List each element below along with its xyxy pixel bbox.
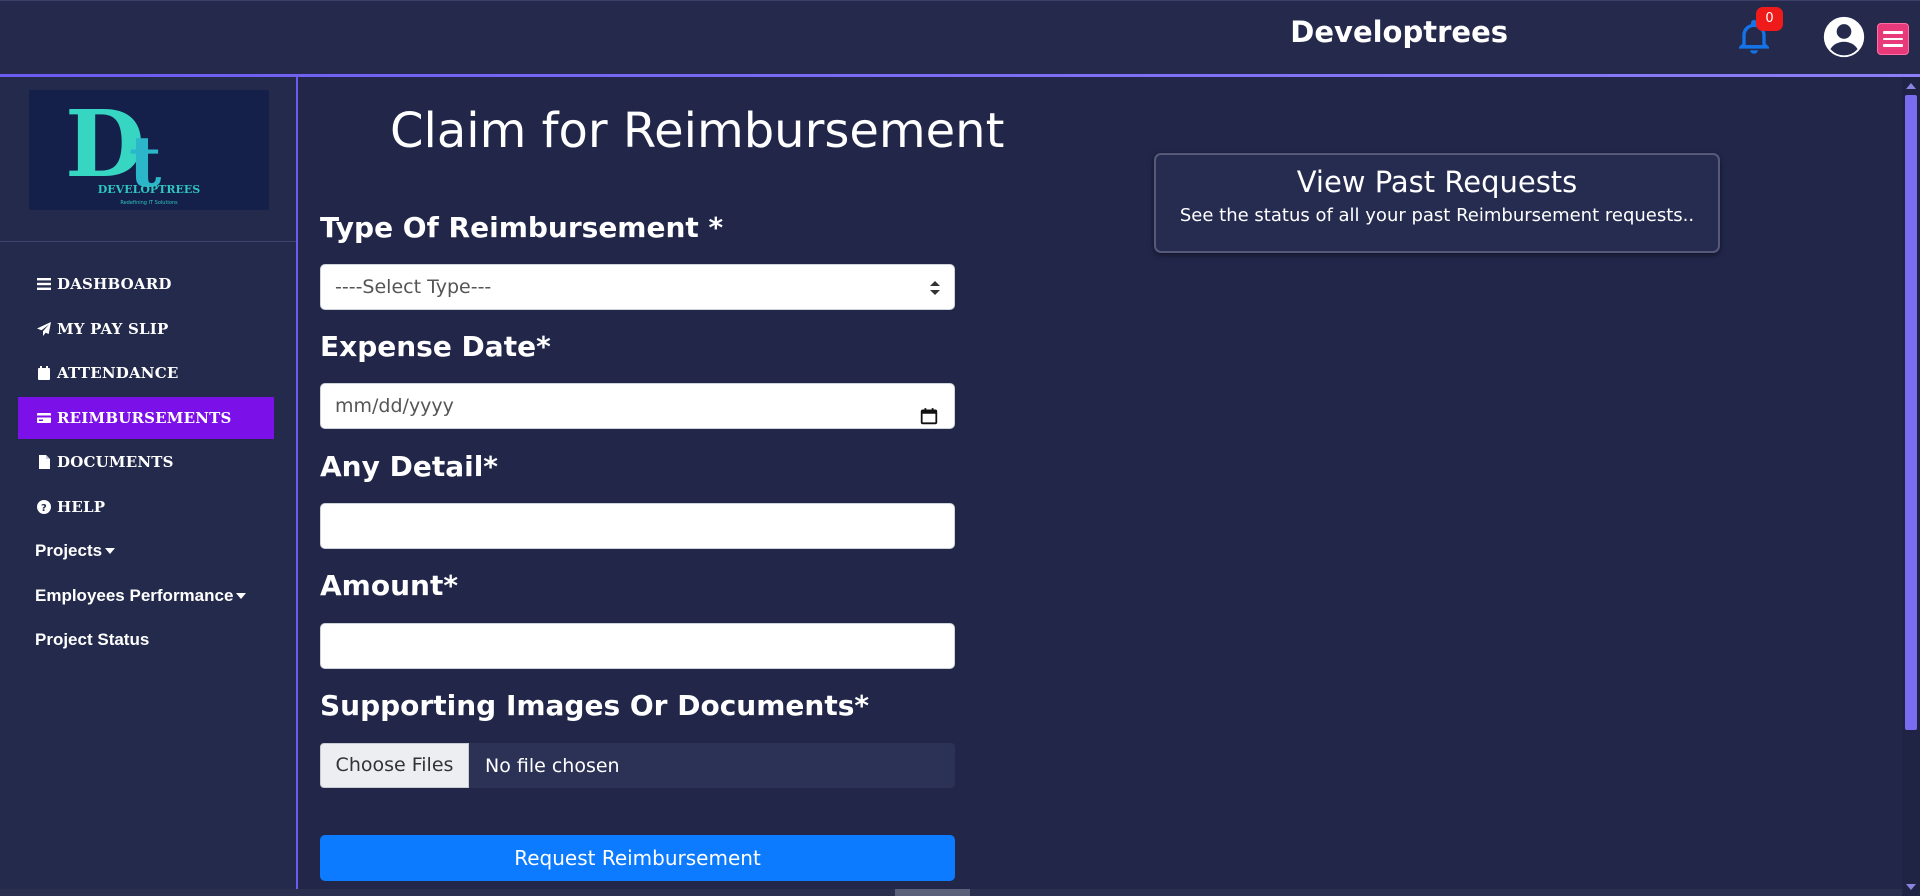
logo-tagline: Redefining IT Solutions xyxy=(120,200,178,206)
calendar-icon xyxy=(35,364,53,382)
sidebar-item-projects[interactable]: Projects xyxy=(18,530,274,572)
choose-files-button[interactable]: Choose Files xyxy=(320,743,469,788)
menu-line xyxy=(1883,37,1903,41)
scroll-up-arrow-icon[interactable] xyxy=(1906,83,1916,89)
sidebar-item-attendance[interactable]: ATTENDANCE xyxy=(18,352,274,394)
detail-input[interactable] xyxy=(320,503,955,549)
sidebar: D t DEVELOPTREES Redefining IT Solutions… xyxy=(0,77,298,896)
sidebar-item-label: REIMBURSEMENTS xyxy=(57,408,232,427)
credit-card-icon xyxy=(35,409,53,427)
type-label: Type Of Reimbursement * xyxy=(320,211,724,244)
company-logo[interactable]: D t DEVELOPTREES Redefining IT Solutions xyxy=(29,90,269,210)
sidebar-item-label: HELP xyxy=(57,497,106,516)
horizontal-scroll-thumb[interactable] xyxy=(895,889,970,896)
sidebar-divider xyxy=(0,241,296,242)
app-root: Developtrees 0 D t DEVELOPTREES Redefini… xyxy=(0,0,1920,896)
caret-down-icon xyxy=(105,548,116,554)
notification-count-badge: 0 xyxy=(1756,7,1783,31)
paper-plane-icon xyxy=(35,320,53,338)
sidebar-item-documents[interactable]: DOCUMENTS xyxy=(18,441,274,483)
sidebar-item-label: Project Status xyxy=(35,630,150,649)
sidebar-item-help[interactable]: ? HELP xyxy=(18,486,274,528)
expense-date-input[interactable]: mm/dd/yyyy xyxy=(320,383,955,429)
select-value: ----Select Type--- xyxy=(335,276,492,298)
menu-line xyxy=(1883,44,1903,47)
past-requests-title: View Past Requests xyxy=(1296,165,1578,199)
user-avatar-icon[interactable] xyxy=(1822,15,1866,59)
menu-toggle-button[interactable] xyxy=(1877,23,1909,55)
sidebar-item-label: DASHBOARD xyxy=(57,275,172,293)
bars-icon xyxy=(35,275,53,293)
sidebar-item-reimbursements[interactable]: REIMBURSEMENTS xyxy=(18,396,274,439)
request-reimbursement-button[interactable]: Request Reimbursement xyxy=(320,835,955,881)
sidebar-item-label: DOCUMENTS xyxy=(57,453,174,471)
logo-wordmark: DEVELOPTREES xyxy=(98,183,201,196)
sidebar-item-label: Employees Performance xyxy=(35,585,234,605)
sidebar-item-dashboard[interactable]: DASHBOARD xyxy=(18,263,274,305)
file-icon xyxy=(35,453,53,471)
top-navbar: Developtrees 0 xyxy=(0,0,1920,74)
select-arrows-icon xyxy=(930,281,940,295)
sidebar-item-label: ATTENDANCE xyxy=(57,364,179,382)
calendar-picker-icon[interactable] xyxy=(920,397,938,425)
file-status-text: No file chosen xyxy=(485,754,620,777)
sidebar-item-label: Projects xyxy=(35,541,103,560)
supporting-files-label: Supporting Images Or Documents* xyxy=(320,689,870,722)
detail-label: Any Detail* xyxy=(320,450,498,483)
caret-down-icon xyxy=(236,592,247,599)
sidebar-item-employees-performance[interactable]: Employees Performance xyxy=(18,575,274,617)
scroll-down-arrow-icon[interactable] xyxy=(1906,884,1916,890)
main-content: Claim for Reimbursement Type Of Reimburs… xyxy=(300,77,1900,896)
brand-name: Developtrees xyxy=(1290,15,1508,49)
sidebar-item-my-pay-slip[interactable]: MY PAY SLIP xyxy=(18,308,274,350)
page-title: Claim for Reimbursement xyxy=(390,103,1005,159)
date-placeholder: mm/dd/yyyy xyxy=(335,395,454,417)
sidebar-nav: DASHBOARD MY PAY SLIP ATTENDANCE REIMBUR… xyxy=(18,263,274,664)
reimbursement-type-select[interactable]: ----Select Type--- xyxy=(320,264,955,310)
horizontal-scrollbar[interactable] xyxy=(0,889,1902,896)
past-requests-description: See the status of all your past Reimburs… xyxy=(1179,205,1695,226)
sidebar-item-project-status[interactable]: Project Status xyxy=(18,619,274,661)
vertical-scrollbar[interactable] xyxy=(1902,77,1920,896)
file-upload-field[interactable]: Choose Files No file chosen xyxy=(320,743,955,788)
svg-text:?: ? xyxy=(41,503,47,514)
expense-date-label: Expense Date* xyxy=(320,330,551,363)
scroll-thumb[interactable] xyxy=(1905,95,1917,730)
amount-label: Amount* xyxy=(320,569,458,602)
question-circle-icon: ? xyxy=(35,498,53,516)
menu-line xyxy=(1883,31,1903,34)
sidebar-item-label: MY PAY SLIP xyxy=(57,319,169,338)
amount-input[interactable] xyxy=(320,623,955,669)
view-past-requests-card[interactable]: View Past Requests See the status of all… xyxy=(1154,153,1720,253)
